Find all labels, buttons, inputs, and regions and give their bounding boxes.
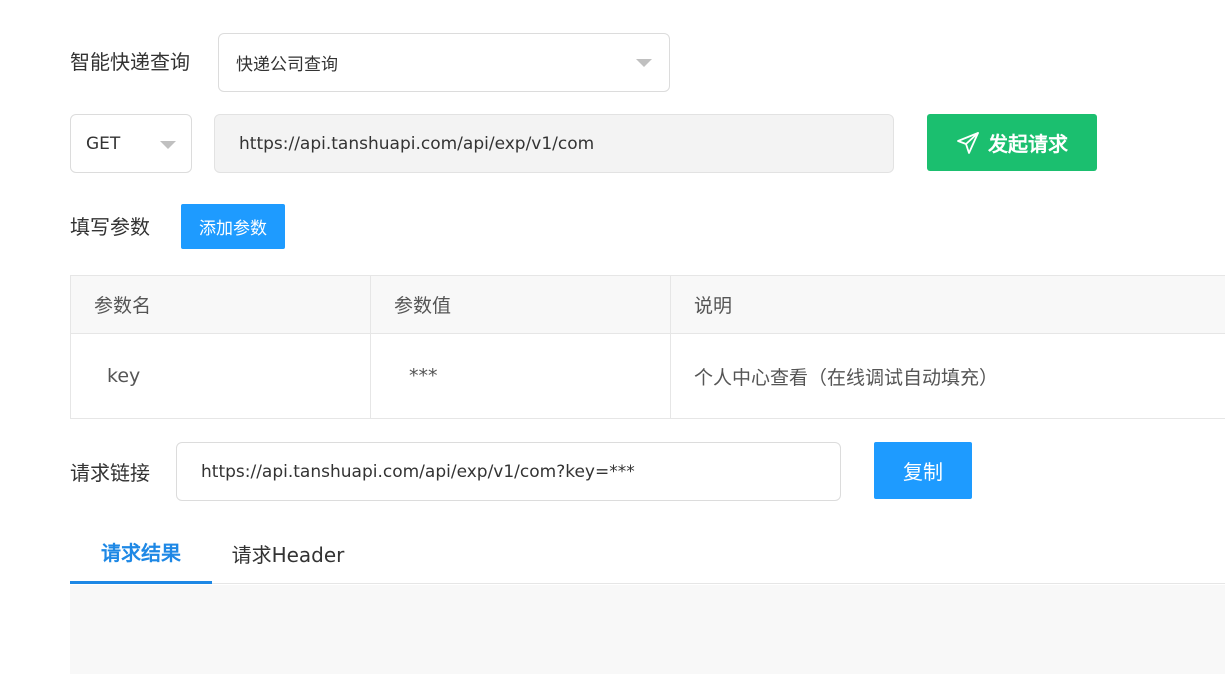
api-label: 智能快递查询 [70, 50, 190, 74]
column-header-desc: 说明 [670, 275, 1225, 334]
result-panel [70, 585, 1225, 674]
send-request-button[interactable]: 发起请求 [927, 114, 1097, 171]
paper-plane-icon [957, 131, 979, 154]
request-link-label: 请求链接 [70, 461, 150, 485]
result-tabs: 请求结果 请求Header [70, 522, 1225, 584]
add-param-button[interactable]: 添加参数 [181, 204, 285, 249]
method-select-value: GET [86, 133, 121, 154]
table-row: key *** 个人中心查看（在线调试自动填充） [70, 333, 1225, 419]
column-header-name: 参数名 [70, 275, 371, 334]
method-select[interactable]: GET [70, 114, 192, 173]
url-field-value: https://api.tanshuapi.com/api/exp/v1/com [239, 133, 595, 154]
params-label: 填写参数 [70, 215, 150, 239]
param-name-cell[interactable]: key [70, 333, 371, 419]
tab-request-header[interactable]: 请求Header [218, 522, 358, 584]
send-request-label: 发起请求 [988, 132, 1068, 156]
request-link-value: https://api.tanshuapi.com/api/exp/v1/com… [201, 461, 635, 482]
url-field[interactable]: https://api.tanshuapi.com/api/exp/v1/com [214, 114, 894, 173]
table-header-row: 参数名 参数值 说明 [70, 275, 1225, 334]
api-select-value: 快递公司查询 [236, 55, 338, 75]
request-link-field[interactable]: https://api.tanshuapi.com/api/exp/v1/com… [176, 442, 841, 501]
param-desc-cell: 个人中心查看（在线调试自动填充） [670, 333, 1225, 419]
param-value-cell[interactable]: *** [370, 333, 671, 419]
tab-request-result[interactable]: 请求结果 [70, 522, 212, 584]
params-table: 参数名 参数值 说明 key *** 个人中心查看（在线调试自动填充） [70, 275, 1225, 419]
column-header-value: 参数值 [370, 275, 671, 334]
chevron-down-icon [636, 59, 652, 67]
api-select[interactable]: 快递公司查询 [218, 33, 670, 92]
copy-button[interactable]: 复制 [874, 442, 972, 499]
chevron-down-icon [160, 141, 176, 149]
